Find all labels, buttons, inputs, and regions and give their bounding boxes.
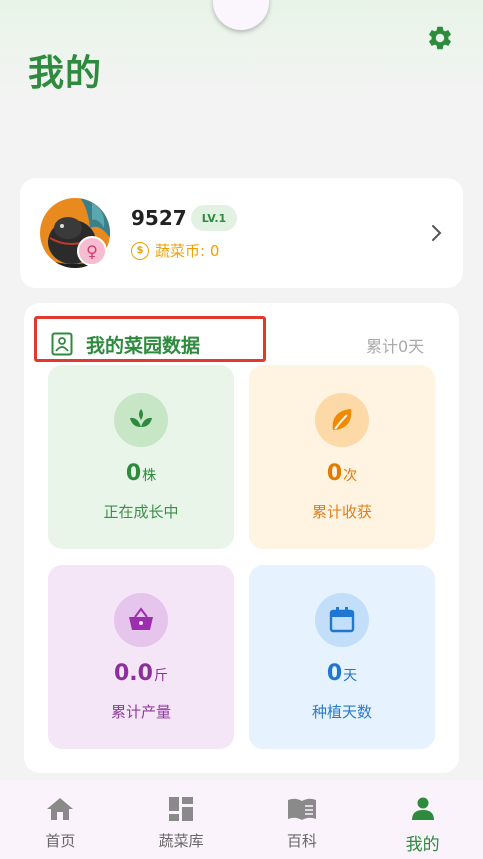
nav-label: 百科 [286, 832, 317, 850]
coin-balance: $ 蔬菜币: 0 [131, 240, 219, 261]
stat-harvests[interactable]: 0次 累计收获 [249, 365, 435, 549]
stat-unit: 株 [142, 468, 157, 484]
female-icon: ♀ [77, 236, 107, 266]
sprout-icon [114, 393, 168, 447]
page-title: 我的 [28, 53, 103, 94]
home-icon [45, 794, 75, 824]
stat-label: 正在成长中 [103, 503, 179, 521]
nav-item-vegetables[interactable]: 蔬菜库 [121, 780, 242, 859]
nav-item-mine[interactable]: 我的 [362, 780, 483, 859]
garden-data-card: 我的菜园数据 累计0天 0株 正在成长中 0次 累计收获 0.0斤 累计产量 0… [24, 303, 459, 773]
stat-growing[interactable]: 0株 正在成长中 [48, 365, 234, 549]
settings-button[interactable] [424, 22, 456, 54]
stat-value: 0 [125, 461, 142, 486]
coin-label: 蔬菜币: 0 [155, 242, 220, 260]
stat-unit: 斤 [153, 668, 168, 684]
basket-icon [114, 593, 168, 647]
nav-label: 首页 [45, 832, 76, 850]
profile-card[interactable]: 9527 LV.1 $ 蔬菜币: 0 [20, 178, 463, 288]
stat-days[interactable]: 0天 种植天数 [249, 565, 435, 749]
garden-icon [51, 332, 73, 356]
nav-item-home[interactable]: 首页 [0, 780, 121, 859]
garden-title: 我的菜园数据 [86, 335, 201, 357]
stat-value: 0.0 [114, 661, 153, 686]
stat-unit: 天 [343, 668, 358, 684]
username: 9527 [131, 206, 187, 230]
level-badge: LV.1 [191, 205, 237, 231]
nav-label: 我的 [405, 835, 440, 855]
stat-label: 种植天数 [311, 703, 372, 721]
book-icon [287, 794, 317, 824]
stat-unit: 次 [343, 468, 358, 484]
total-days: 累计0天 [366, 337, 425, 356]
stat-label: 累计收获 [311, 503, 372, 521]
chevron-right-icon[interactable] [426, 222, 446, 244]
bottom-nav: 首页 蔬菜库 百科 我的 [0, 780, 483, 859]
coin-icon: $ [131, 241, 149, 260]
grid-icon [166, 794, 196, 824]
leaf-icon [315, 393, 369, 447]
nav-item-encyclopedia[interactable]: 百科 [242, 780, 363, 859]
person-icon [408, 794, 438, 824]
stat-yield[interactable]: 0.0斤 累计产量 [48, 565, 234, 749]
stat-value: 0 [326, 461, 343, 486]
nav-label: 蔬菜库 [158, 832, 204, 850]
stat-label: 累计产量 [110, 703, 171, 721]
calendar-icon [315, 593, 369, 647]
stat-value: 0 [326, 661, 343, 686]
gear-icon [429, 26, 451, 50]
